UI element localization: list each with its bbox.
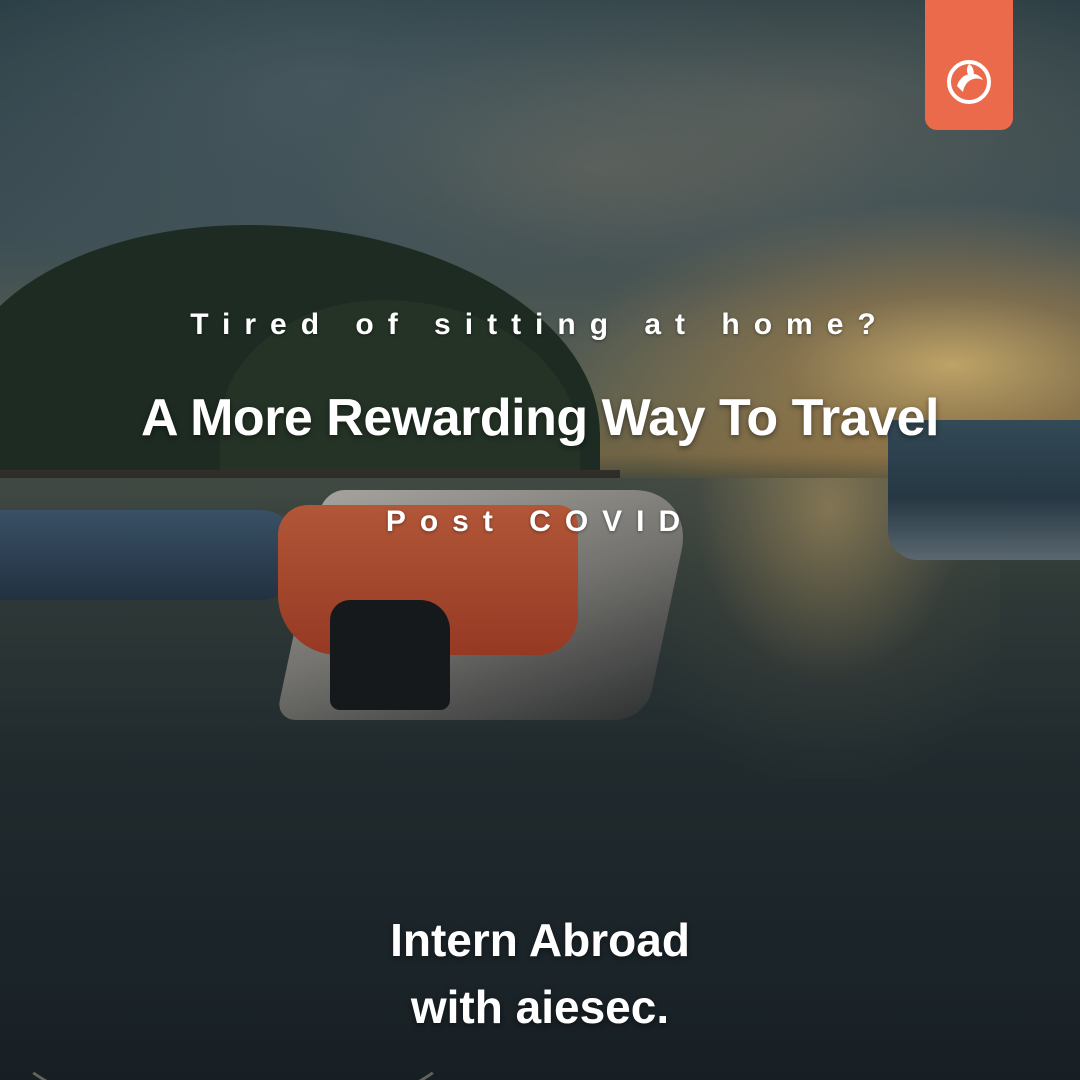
subline: Post COVID: [385, 505, 695, 538]
aiesec-logo-icon: [947, 60, 991, 104]
poster: Tired of sitting at home? A More Rewardi…: [0, 0, 1080, 1080]
cta-line-1: Intern Abroad: [390, 914, 690, 966]
cta-line-2: with aiesec.: [410, 981, 670, 1033]
tagline: Tired of sitting at home?: [190, 308, 890, 341]
aiesec-logo-badge: [925, 0, 1013, 130]
headline: A More Rewarding Way To Travel: [141, 389, 939, 447]
